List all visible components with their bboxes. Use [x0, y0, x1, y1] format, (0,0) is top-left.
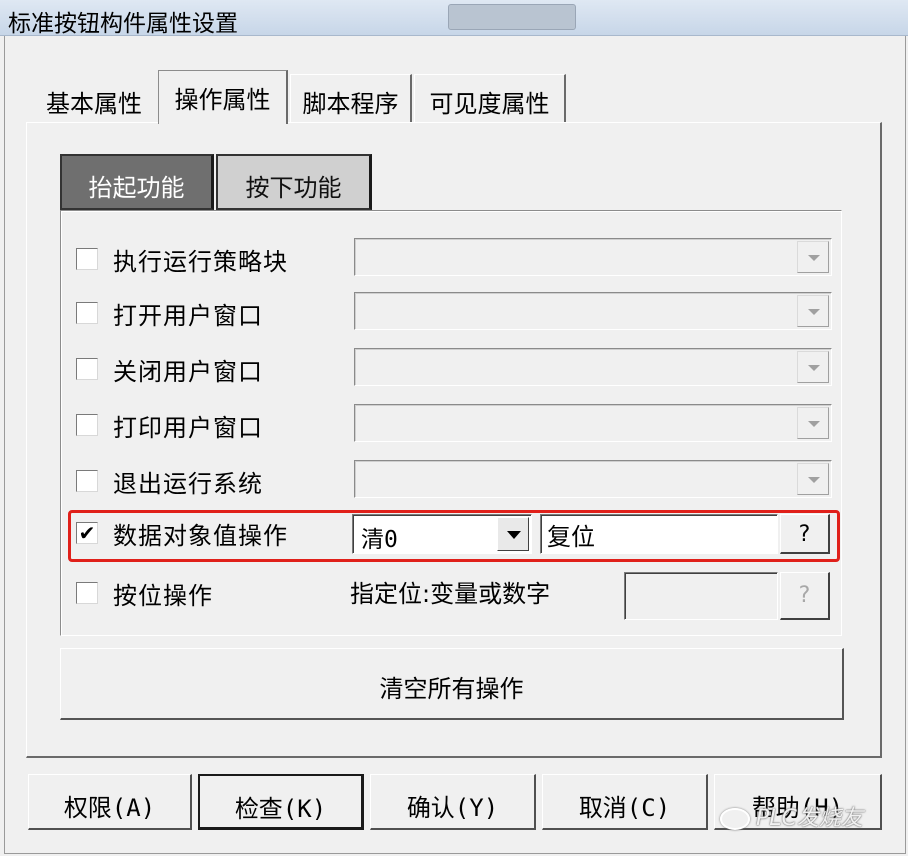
background-window-button [448, 4, 576, 30]
close-window-select[interactable] [354, 348, 832, 386]
option-exit-system: 退出运行系统 [76, 460, 836, 500]
subtab-label: 抬起功能 [88, 174, 185, 202]
title-bar: 标准按钮构件属性设置 [0, 0, 908, 37]
option-label: 执行运行策略块 [113, 248, 288, 276]
bit-spec-input[interactable] [624, 572, 778, 620]
tab-script[interactable]: 脚本程序 [290, 74, 412, 122]
tab-operation-properties[interactable]: 操作属性 [158, 70, 288, 124]
strategy-select[interactable] [354, 238, 832, 276]
wechat-icon [720, 808, 750, 830]
tab-visibility-properties[interactable]: 可见度属性 [414, 74, 566, 122]
tab-label: 脚本程序 [302, 90, 399, 118]
subtab-label: 按下功能 [245, 174, 342, 202]
chevron-down-icon[interactable] [797, 407, 829, 439]
checkbox-run-strategy[interactable] [76, 248, 98, 270]
ok-button[interactable]: 确认(Y) [370, 774, 536, 830]
watermark: PLC发烧友 [720, 800, 863, 832]
tab-label: 基本属性 [46, 90, 142, 118]
checkbox-exit-system[interactable] [76, 470, 98, 492]
chevron-down-icon[interactable] [797, 241, 829, 273]
option-label: 打开用户窗口 [113, 302, 263, 330]
subtab-press-function[interactable]: 按下功能 [216, 154, 372, 210]
cancel-button[interactable]: 取消(C) [542, 774, 708, 830]
option-label: 按位操作 [113, 582, 213, 610]
tab-basic-properties[interactable]: 基本属性 [34, 74, 154, 122]
browse-bit-button[interactable]: ? [780, 572, 830, 620]
option-close-window: 关闭用户窗口 [76, 348, 836, 388]
bit-spec-label: 指定位:变量或数字 [350, 580, 551, 608]
highlight-box [68, 510, 840, 562]
tab-label: 可见度属性 [429, 90, 550, 118]
watermark-text: PLC发烧友 [756, 806, 863, 831]
checkbox-close-window[interactable] [76, 358, 98, 380]
permissions-button[interactable]: 权限(A) [28, 774, 192, 830]
option-run-strategy: 执行运行策略块 [76, 238, 836, 278]
option-print-window: 打印用户窗口 [76, 404, 836, 444]
checkbox-bit-op[interactable] [76, 582, 98, 604]
tab-label: 操作属性 [174, 86, 271, 114]
checkbox-open-window[interactable] [76, 302, 98, 324]
clear-all-operations-button[interactable]: 清空所有操作 [60, 648, 844, 720]
window-title: 标准按钮构件属性设置 [8, 11, 238, 37]
subtab-release-function[interactable]: 抬起功能 [60, 154, 214, 210]
chevron-down-icon[interactable] [797, 351, 829, 383]
option-label: 退出运行系统 [113, 470, 263, 498]
open-window-select[interactable] [354, 292, 832, 330]
option-label: 打印用户窗口 [113, 414, 263, 442]
chevron-down-icon[interactable] [797, 463, 829, 495]
exit-system-select[interactable] [354, 460, 832, 498]
chevron-down-icon[interactable] [797, 295, 829, 327]
check-button[interactable]: 检查(K) [198, 774, 364, 830]
checkbox-print-window[interactable] [76, 414, 98, 436]
print-window-select[interactable] [354, 404, 832, 442]
option-open-window: 打开用户窗口 [76, 292, 836, 332]
option-label: 关闭用户窗口 [113, 358, 263, 386]
